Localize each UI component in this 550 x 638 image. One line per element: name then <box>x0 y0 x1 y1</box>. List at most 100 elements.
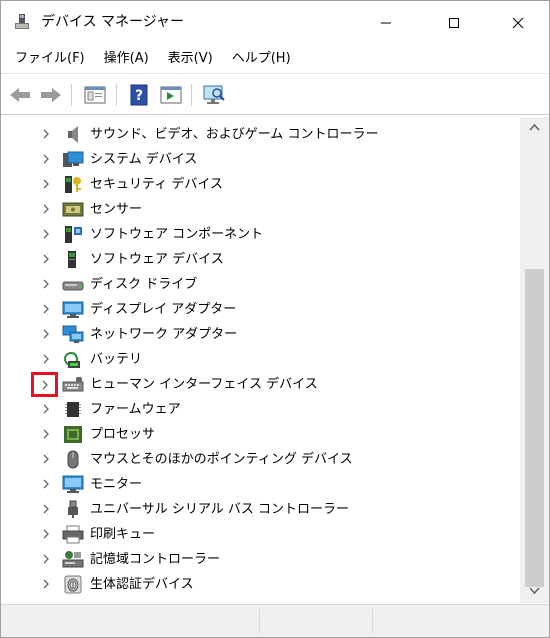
tree-item-security-devices[interactable]: セキュリティ デバイス <box>4 172 520 197</box>
fingerprint-icon <box>62 575 84 594</box>
storage-controller-icon <box>62 550 84 569</box>
chevron-right-icon[interactable] <box>38 151 54 167</box>
run-icon <box>160 86 182 104</box>
svg-text:?: ? <box>135 88 143 104</box>
status-bar <box>1 604 549 637</box>
maximize-button[interactable] <box>431 1 477 45</box>
scrollbar-thumb[interactable] <box>525 269 544 587</box>
security-key-icon <box>62 175 84 194</box>
toolbar-separator <box>191 84 192 106</box>
tree-item-processors[interactable]: プロセッサ <box>4 422 520 447</box>
sensor-icon <box>62 200 84 219</box>
chevron-right-icon[interactable] <box>31 372 58 397</box>
tree-item-system-devices[interactable]: システム デバイス <box>4 147 520 172</box>
chevron-right-icon[interactable] <box>38 426 54 442</box>
chevron-right-icon[interactable] <box>38 326 54 342</box>
tree-item-label: センサー <box>90 202 143 217</box>
vertical-scrollbar[interactable] <box>520 117 549 603</box>
tree-item-software-devices[interactable]: ソフトウェア デバイス <box>4 247 520 272</box>
help-icon: ? <box>130 84 148 106</box>
device-manager-app-icon <box>14 13 30 31</box>
chevron-right-icon[interactable] <box>38 351 54 367</box>
tree-item-label: マウスとそのほかのポインティング デバイス <box>90 452 353 467</box>
chevron-right-icon[interactable] <box>38 476 54 492</box>
mouse-icon <box>62 450 84 469</box>
menu-view[interactable]: 表示(V) <box>161 47 220 71</box>
run-button[interactable] <box>158 83 184 107</box>
back-button[interactable] <box>7 83 33 107</box>
toolbar-separator <box>116 84 117 106</box>
minimize-icon <box>381 22 391 24</box>
properties-icon <box>84 86 106 104</box>
software-component-icon <box>62 225 84 244</box>
chevron-right-icon[interactable] <box>38 451 54 467</box>
chevron-right-icon[interactable] <box>38 526 54 542</box>
chevron-right-icon[interactable] <box>38 201 54 217</box>
tree-item-storage-controllers[interactable]: 記憶域コントローラー <box>4 547 520 572</box>
tree-item-human-interface-devices[interactable]: ヒューマン インターフェイス デバイス <box>4 372 520 397</box>
chevron-right-icon[interactable] <box>38 126 54 142</box>
minimize-button[interactable] <box>363 1 409 45</box>
device-tree: サウンド、ビデオ、およびゲーム コントローラー システム デバイス セキュリティ… <box>4 117 520 603</box>
properties-button[interactable] <box>82 83 108 107</box>
tree-item-label: システム デバイス <box>90 152 198 167</box>
firmware-chip-icon <box>62 400 84 419</box>
tree-item-usb-controllers[interactable]: ユニバーサル シリアル バス コントローラー <box>4 497 520 522</box>
scan-hardware-icon <box>203 85 225 104</box>
printer-icon <box>62 525 84 544</box>
toolbar-separator <box>71 84 72 106</box>
disk-drive-icon <box>62 275 84 294</box>
chevron-right-icon[interactable] <box>38 176 54 192</box>
tree-item-label: ネットワーク アダプター <box>90 327 238 342</box>
help-button[interactable]: ? <box>126 83 152 107</box>
toolbar: ? <box>1 73 549 115</box>
status-separator <box>259 609 260 633</box>
menu-action[interactable]: 操作(A) <box>97 47 156 71</box>
chevron-right-icon[interactable] <box>38 276 54 292</box>
chevron-right-icon[interactable] <box>38 501 54 517</box>
tree-item-software-components[interactable]: ソフトウェア コンポーネント <box>4 222 520 247</box>
tree-item-mice[interactable]: マウスとそのほかのポインティング デバイス <box>4 447 520 472</box>
window-title: デバイス マネージャー <box>41 14 185 30</box>
tree-item-firmware[interactable]: ファームウェア <box>4 397 520 422</box>
scroll-up-arrow-icon <box>529 123 540 131</box>
chevron-right-icon[interactable] <box>38 551 54 567</box>
menu-file[interactable]: ファイル(F) <box>8 47 92 71</box>
speaker-icon <box>62 125 84 144</box>
display-adapter-icon <box>62 300 84 319</box>
chevron-right-icon[interactable] <box>38 301 54 317</box>
menu-bar: ファイル(F) 操作(A) 表示(V) ヘルプ(H) <box>1 45 549 73</box>
menu-help[interactable]: ヘルプ(H) <box>225 47 298 71</box>
tree-item-label: ヒューマン インターフェイス デバイス <box>90 377 318 392</box>
tree-item-display-adapters[interactable]: ディスプレイ アダプター <box>4 297 520 322</box>
tree-item-label: モニター <box>90 477 143 492</box>
tree-item-label: ソフトウェア コンポーネント <box>90 227 264 242</box>
title-bar: デバイス マネージャー <box>1 1 549 45</box>
tree-item-network-adapters[interactable]: ネットワーク アダプター <box>4 322 520 347</box>
tree-item-batteries[interactable]: バッテリ <box>4 347 520 372</box>
close-button[interactable] <box>495 1 541 45</box>
tree-item-disk-drives[interactable]: ディスク ドライブ <box>4 272 520 297</box>
tree-item-monitors[interactable]: モニター <box>4 472 520 497</box>
monitor-icon <box>62 475 84 494</box>
hid-keyboard-icon <box>62 375 84 394</box>
tree-item-label: バッテリ <box>90 352 143 367</box>
tree-item-label: 記憶域コントローラー <box>90 552 221 567</box>
chevron-right-icon[interactable] <box>38 251 54 267</box>
status-separator <box>372 609 373 633</box>
tree-item-print-queues[interactable]: 印刷キュー <box>4 522 520 547</box>
forward-icon <box>41 88 61 102</box>
chevron-right-icon[interactable] <box>38 226 54 242</box>
tree-item-sensors[interactable]: センサー <box>4 197 520 222</box>
tree-item-label: 生体認証デバイス <box>90 577 194 592</box>
forward-button[interactable] <box>38 83 64 107</box>
chevron-right-icon[interactable] <box>38 576 54 592</box>
chevron-right-icon[interactable] <box>38 401 54 417</box>
tree-item-label: ファームウェア <box>90 402 181 417</box>
tree-item-biometric-devices[interactable]: 生体認証デバイス <box>4 572 520 597</box>
scroll-down-arrow-icon <box>529 587 540 595</box>
tree-item-sound[interactable]: サウンド、ビデオ、およびゲーム コントローラー <box>4 122 520 147</box>
back-icon <box>10 88 30 102</box>
battery-icon <box>62 350 84 369</box>
scan-hardware-button[interactable] <box>201 83 227 107</box>
